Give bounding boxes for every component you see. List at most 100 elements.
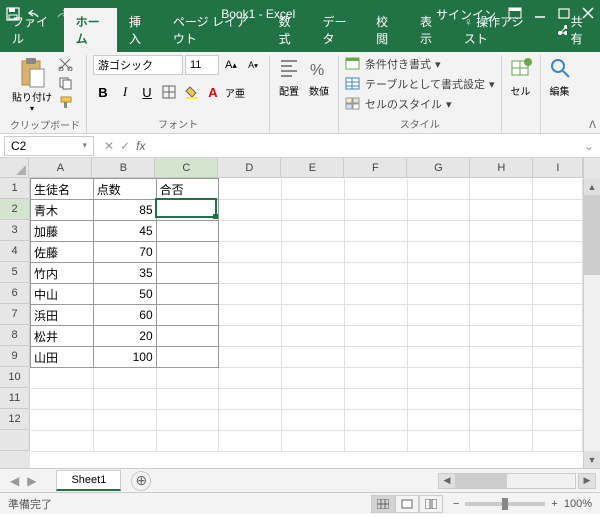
cell-G12[interactable] — [407, 410, 470, 431]
cell-F8[interactable] — [344, 326, 407, 347]
row-header-11[interactable]: 11 — [0, 388, 30, 409]
border-icon[interactable] — [159, 82, 179, 102]
row-header-1[interactable]: 1 — [0, 178, 30, 199]
cell-G7[interactable] — [407, 305, 470, 326]
cell-I5[interactable] — [533, 263, 583, 284]
cell-C13[interactable] — [156, 431, 219, 452]
conditional-format-button[interactable]: 条件付き書式 ▾ — [345, 55, 441, 73]
cell-D6[interactable] — [219, 284, 282, 305]
cell-E1[interactable] — [282, 179, 345, 200]
hscroll-right-icon[interactable]: ▶ — [578, 473, 596, 489]
cells-button[interactable]: セル — [508, 55, 534, 100]
cell-F13[interactable] — [344, 431, 407, 452]
cell-B3[interactable]: 45 — [93, 221, 156, 242]
cut-icon[interactable] — [58, 57, 74, 74]
cell-A7[interactable]: 浜田 — [31, 305, 94, 326]
italic-button[interactable]: I — [115, 82, 135, 102]
cell-B5[interactable]: 35 — [93, 263, 156, 284]
cell-A13[interactable] — [31, 431, 94, 452]
add-sheet-button[interactable]: ⊕ — [131, 471, 151, 491]
column-header-D[interactable]: D — [218, 158, 281, 177]
cell-F9[interactable] — [344, 347, 407, 368]
cell-G3[interactable] — [407, 221, 470, 242]
expand-formula-icon[interactable]: ⌄ — [578, 139, 600, 153]
cell-E6[interactable] — [282, 284, 345, 305]
cell-C1[interactable]: 合否 — [156, 179, 219, 200]
row-header-6[interactable]: 6 — [0, 283, 30, 304]
cell-D11[interactable] — [219, 389, 282, 410]
cell-B13[interactable] — [93, 431, 156, 452]
underline-button[interactable]: U — [137, 82, 157, 102]
tab-insert[interactable]: 挿入 — [117, 8, 161, 52]
redo-icon[interactable] — [52, 8, 68, 20]
cell-F4[interactable] — [344, 242, 407, 263]
cell-E13[interactable] — [282, 431, 345, 452]
cell-C4[interactable] — [156, 242, 219, 263]
cell-I13[interactable] — [533, 431, 583, 452]
sheet-next-icon[interactable]: ▶ — [27, 474, 36, 488]
column-header-G[interactable]: G — [407, 158, 470, 177]
cancel-icon[interactable]: ✕ — [104, 139, 114, 153]
cell-H5[interactable] — [470, 263, 533, 284]
row-header-2[interactable]: 2 — [0, 199, 30, 220]
format-painter-icon[interactable] — [58, 95, 74, 112]
cell-A10[interactable] — [31, 368, 94, 389]
cell-F11[interactable] — [344, 389, 407, 410]
column-header-F[interactable]: F — [344, 158, 407, 177]
zoom-out-button[interactable]: − — [453, 498, 459, 510]
view-normal-icon[interactable] — [371, 495, 395, 513]
cell-C8[interactable] — [156, 326, 219, 347]
cell-H7[interactable] — [470, 305, 533, 326]
cell-B6[interactable]: 50 — [93, 284, 156, 305]
cell-I4[interactable] — [533, 242, 583, 263]
phonetic-icon[interactable]: ア亜 — [225, 82, 245, 102]
cell-A2[interactable]: 青木 — [31, 200, 94, 221]
cell-G1[interactable] — [407, 179, 470, 200]
tab-home[interactable]: ホーム — [64, 8, 117, 52]
cell-A6[interactable]: 中山 — [31, 284, 94, 305]
cell-I3[interactable] — [533, 221, 583, 242]
cell-A9[interactable]: 山田 — [31, 347, 94, 368]
cell-C2[interactable] — [156, 200, 219, 221]
tab-review[interactable]: 校閲 — [364, 8, 408, 52]
column-header-C[interactable]: C — [155, 158, 218, 177]
cell-C3[interactable] — [156, 221, 219, 242]
cell-F10[interactable] — [344, 368, 407, 389]
row-header-5[interactable]: 5 — [0, 262, 30, 283]
hscroll-left-icon[interactable]: ◀ — [438, 473, 456, 489]
cell-B4[interactable]: 70 — [93, 242, 156, 263]
cell-E4[interactable] — [282, 242, 345, 263]
tab-share[interactable]: 共有 — [545, 8, 600, 52]
view-page-break-icon[interactable] — [419, 495, 443, 513]
column-header-A[interactable]: A — [29, 158, 92, 177]
cell-E2[interactable] — [282, 200, 345, 221]
cell-B10[interactable] — [93, 368, 156, 389]
cell-C11[interactable] — [156, 389, 219, 410]
column-header-B[interactable]: B — [92, 158, 155, 177]
select-all[interactable] — [0, 158, 29, 178]
sheet-prev-icon[interactable]: ◀ — [10, 474, 19, 488]
cell-C9[interactable] — [156, 347, 219, 368]
tab-formulas[interactable]: 数式 — [267, 8, 311, 52]
cell-G11[interactable] — [407, 389, 470, 410]
view-page-layout-icon[interactable] — [395, 495, 419, 513]
cell-styles-button[interactable]: セルのスタイル ▾ — [345, 95, 452, 113]
cell-E12[interactable] — [282, 410, 345, 431]
cell-B7[interactable]: 60 — [93, 305, 156, 326]
cell-A1[interactable]: 生徒名 — [31, 179, 94, 200]
cell-F1[interactable] — [344, 179, 407, 200]
cell-D8[interactable] — [219, 326, 282, 347]
cell-E11[interactable] — [282, 389, 345, 410]
cell-I2[interactable] — [533, 200, 583, 221]
cell-B1[interactable]: 点数 — [93, 179, 156, 200]
cell-H4[interactable] — [470, 242, 533, 263]
cell-D5[interactable] — [219, 263, 282, 284]
cell-F5[interactable] — [344, 263, 407, 284]
cell-C7[interactable] — [156, 305, 219, 326]
cell-F3[interactable] — [344, 221, 407, 242]
column-header-I[interactable]: I — [533, 158, 583, 177]
cell-H11[interactable] — [470, 389, 533, 410]
cell-I1[interactable] — [533, 179, 583, 200]
cell-A5[interactable]: 竹内 — [31, 263, 94, 284]
bold-button[interactable]: B — [93, 82, 113, 102]
